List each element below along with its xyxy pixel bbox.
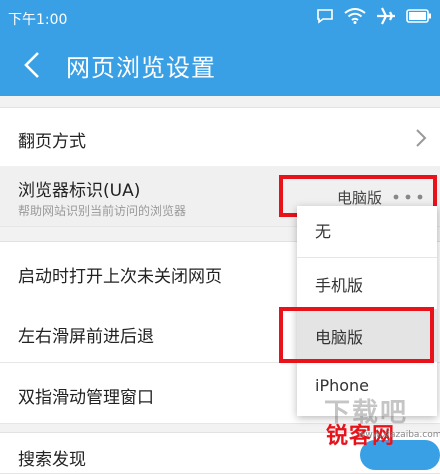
status-bar: 下午1:00 [0,0,440,34]
reopen-tabs-label: 启动时打开上次未关闭网页 [18,267,222,287]
airplane-icon [377,7,395,25]
page-turn-label: 翻页方式 [18,132,86,152]
page-turn-row[interactable]: 翻页方式 [0,107,440,167]
battery-icon [406,9,431,23]
status-icons [316,7,432,25]
desktop-option-highlight [279,307,434,363]
ua-subtitle: 帮助网站识别当前访问的浏览器 [18,204,187,218]
status-time: 下午1:00 [8,12,68,28]
ua-option-label: 无 [315,222,332,241]
ua-option-none[interactable]: 无 [297,206,437,258]
title-bar: 网页浏览设置 [0,34,440,96]
chevron-right-icon [416,129,427,147]
two-finger-label: 双指滑动管理窗口 [18,388,154,408]
wifi-icon [344,8,366,24]
swipe-nav-label: 左右滑屏前进后退 [18,327,154,347]
watermark: 下载吧 锐客网 www.xiazaiba.com [318,392,440,452]
page-title: 网页浏览设置 [66,54,216,82]
ua-label: 浏览器标识(UA) [18,181,141,201]
watermark-url: www.xiazaiba.com [358,430,440,440]
ua-option-mobile[interactable]: 手机版 [297,258,437,310]
chat-icon [317,9,333,24]
back-arrow-icon[interactable] [20,50,48,80]
search-discover-label: 搜索发现 [18,450,86,470]
ua-option-label: 手机版 [315,276,364,295]
